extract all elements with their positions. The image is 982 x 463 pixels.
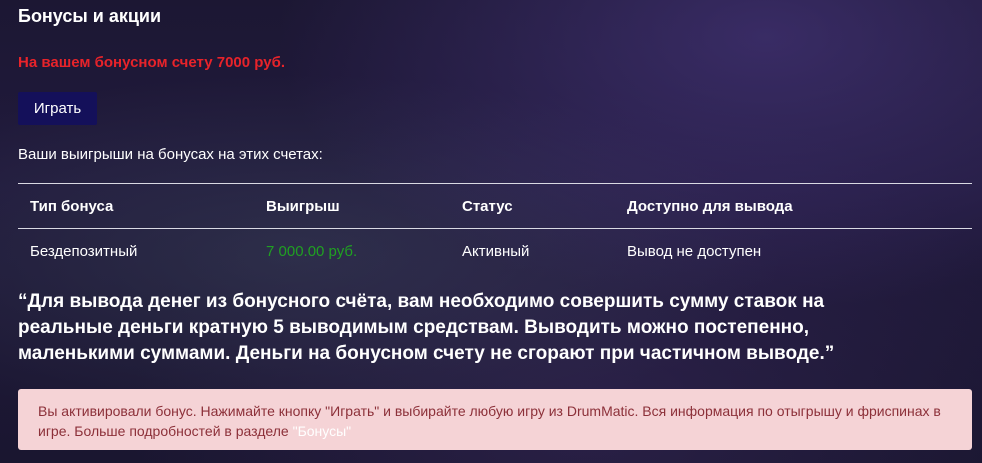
table-header-row: Тип бонуса Выигрыш Статус Доступно для в… — [18, 184, 972, 229]
cell-bonus-type: Бездепозитный — [30, 243, 138, 260]
winnings-label: Ваши выигрыши на бонусах на этих счетах: — [18, 146, 323, 163]
header-winnings: Выигрыш — [266, 197, 340, 215]
notice-text: Вы активировали бонус. Нажимайте кнопку … — [38, 403, 941, 439]
cell-status: Активный — [462, 243, 530, 260]
page-title: Бонусы и акции — [18, 6, 162, 26]
header-bonus-type: Тип бонуса — [30, 197, 114, 215]
bonus-activated-notice: Вы активировали бонус. Нажимайте кнопку … — [18, 389, 972, 450]
play-button[interactable]: Играть — [18, 92, 97, 125]
bonuses-link[interactable]: "Бонусы" — [293, 423, 352, 439]
cell-winnings: 7 000.00 руб. — [266, 243, 358, 260]
header-withdrawable: Доступно для вывода — [627, 197, 793, 215]
table-row: Бездепозитный 7 000.00 руб. Активный Выв… — [18, 229, 972, 274]
bonus-balance: На вашем бонусном счету 7000 руб. — [18, 54, 286, 71]
withdrawal-rules-quote: “Для вывода денег из бонусного счёта, ва… — [18, 291, 835, 364]
cell-withdrawable: Вывод не доступен — [627, 243, 762, 260]
bonus-table: Тип бонуса Выигрыш Статус Доступно для в… — [18, 183, 972, 274]
header-status: Статус — [462, 197, 513, 215]
